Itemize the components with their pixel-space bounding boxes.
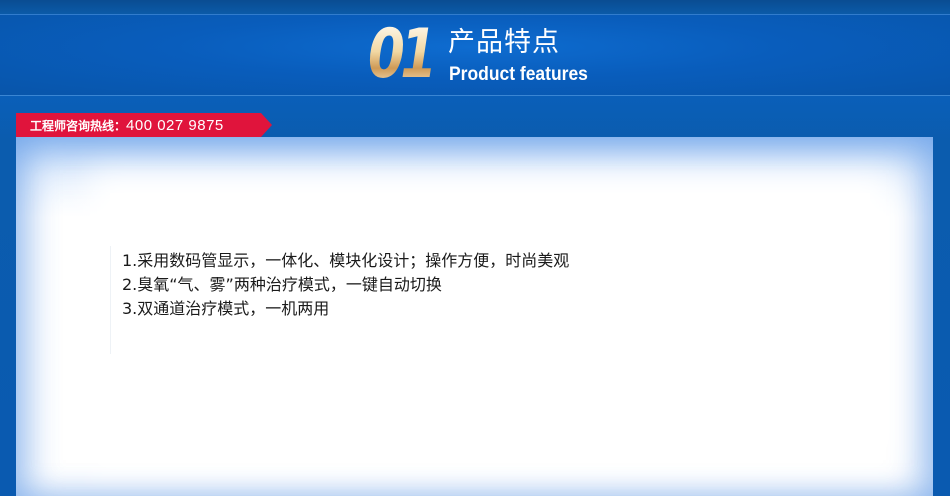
top-strip: [0, 0, 950, 14]
hotline-label: 工程师咨询热线：: [30, 118, 127, 133]
hotline-number: 400 027 9875: [126, 116, 224, 134]
feature-item: 2.臭氧“气、雾”两种治疗模式，一键自动切换: [122, 275, 442, 294]
section-title-cn: 产品特点: [448, 27, 560, 58]
hotline-banner: 工程师咨询热线： 400 027 9875: [16, 113, 272, 137]
header-divider: [0, 95, 950, 96]
feature-item: 3.双通道治疗模式，一机两用: [122, 299, 330, 318]
section-title-en: Product features: [449, 64, 588, 85]
section-number: 01: [368, 15, 437, 94]
feature-item: 1.采用数码管显示，一体化、模块化设计；操作方便，时尚美观: [122, 251, 570, 270]
features-rule: [110, 246, 111, 354]
feature-list: 1.采用数码管显示，一体化、模块化设计；操作方便，时尚美观 2.臭氧“气、雾”两…: [122, 249, 569, 321]
